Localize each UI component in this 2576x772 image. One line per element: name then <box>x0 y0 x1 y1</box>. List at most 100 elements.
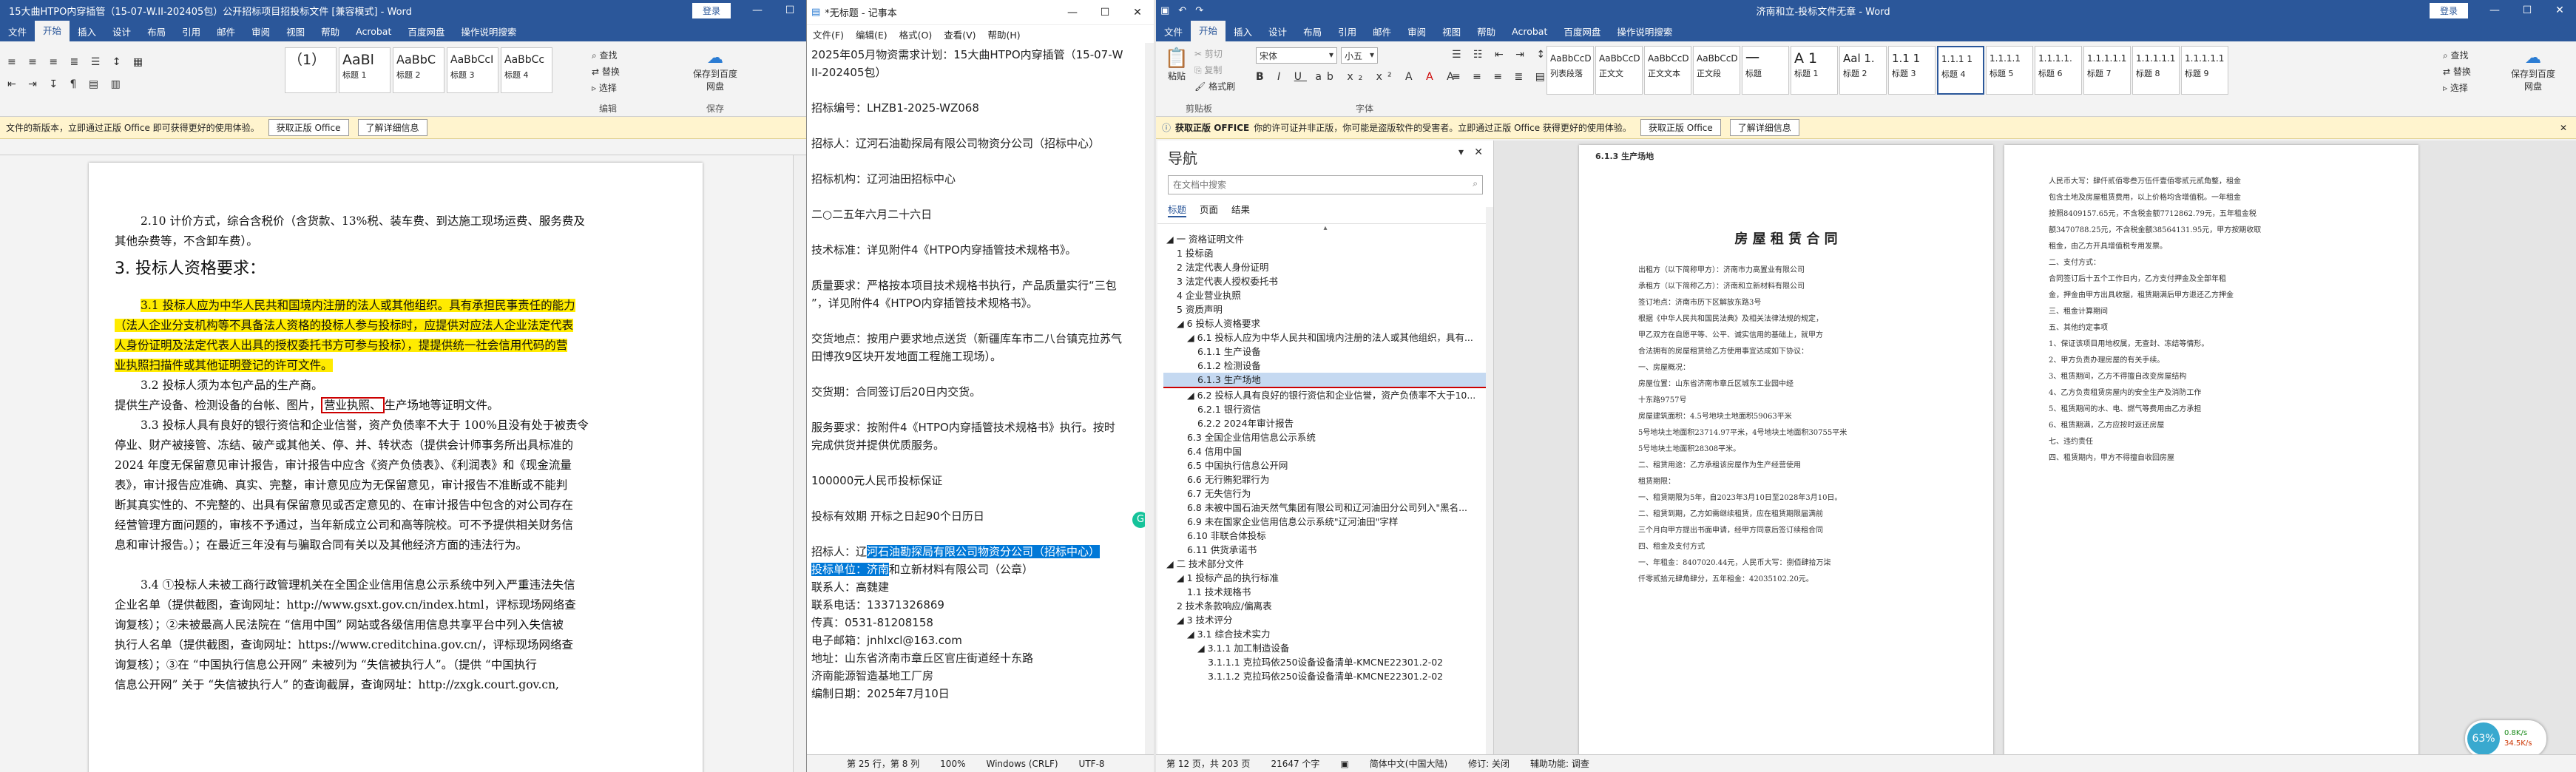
nav-heading-item[interactable]: ◢ 一 资格证明文件 <box>1163 232 1493 246</box>
nav-tab-headings[interactable]: 标题 <box>1168 202 1187 217</box>
nav-heading-item[interactable]: 6.10 非联合体投标 <box>1163 529 1493 543</box>
select-button[interactable]: ▹ 选择 <box>592 81 617 94</box>
nav-heading-item[interactable]: 4 企业营业执照 <box>1163 288 1493 302</box>
style-item[interactable]: AaBbCcD 正文文本 <box>1644 46 1691 95</box>
nav-heading-item[interactable]: 6.1.2 检测设备 <box>1163 359 1493 373</box>
nav-heading-item[interactable]: 2 技术条款响应/偏离表 <box>1163 599 1493 613</box>
nav-heading-item[interactable]: 6.2.1 银行资信 <box>1163 402 1493 416</box>
maximize-icon[interactable]: ☐ <box>2511 4 2543 16</box>
paragraph-tools[interactable]: ☰ ☷ ⇤ ⇥ ↕ <box>1452 49 1549 61</box>
nav-heading-item[interactable]: 1.1 技术规格书 <box>1163 585 1493 599</box>
style-item[interactable]: AaBbCcD 正文段 <box>1693 46 1740 95</box>
nav-scroll-arrow[interactable]: ▴ <box>1157 224 1493 232</box>
style-item[interactable]: AaBbC 标题 2 <box>393 47 444 93</box>
tab-baidu[interactable]: 百度网盘 <box>399 24 453 38</box>
style-item[interactable]: 1.1 1 标题 3 <box>1888 46 1936 95</box>
style-item[interactable]: 一标题 <box>1742 46 1789 95</box>
nav-heading-item[interactable]: 2 法定代表人身份证明 <box>1163 260 1493 274</box>
style-item[interactable]: A 1 标题 1 <box>1791 46 1838 95</box>
nav-heading-item[interactable]: 6.9 未在国家企业信用信息公示系统"辽河油田"字样 <box>1163 515 1493 529</box>
nav-heading-item[interactable]: 5 资质声明 <box>1163 302 1493 316</box>
paragraph-tools-2[interactable]: ⇤ ⇥ ↧ ¶ ▤ ▥ <box>7 78 125 90</box>
nav-heading-item[interactable]: 6.1.1 生产设备 <box>1163 345 1493 359</box>
nav-heading-item[interactable]: 6.8 未被中国石油天然气集团有限公司和辽河油田分公司列入"黑名... <box>1163 501 1493 515</box>
tab-references[interactable]: 引用 <box>1330 24 1365 38</box>
tab-mailings[interactable]: 邮件 <box>1365 24 1399 38</box>
get-office-button[interactable]: 获取正版 Office <box>1640 119 1721 136</box>
nav-heading-item[interactable]: ◢ 3 技术评分 <box>1163 613 1493 627</box>
tab-file[interactable]: 文件 <box>0 24 35 38</box>
tab-design[interactable]: 设计 <box>1260 24 1295 38</box>
style-item[interactable]: 1.1.1.1.1 标题 8 <box>2132 46 2180 95</box>
style-item[interactable]: 1.1.1.1 标题 5 <box>1986 46 2033 95</box>
tab-design[interactable]: 设计 <box>104 24 139 38</box>
maximize-icon[interactable]: ☐ <box>774 4 806 16</box>
nav-scrollbar[interactable] <box>1486 207 1493 754</box>
tab-review[interactable]: 审阅 <box>243 24 278 38</box>
nav-heading-item[interactable]: 6.4 信用中国 <box>1163 444 1493 458</box>
nav-heading-item[interactable]: ◢ 6 投标人资格要求 <box>1163 316 1493 331</box>
nav-heading-item[interactable]: 3 法定代表人授权委托书 <box>1163 274 1493 288</box>
close-icon[interactable]: ✕ <box>2543 4 2576 16</box>
save-icon[interactable]: ▣ <box>1156 5 1174 16</box>
tell-me-search[interactable]: 操作说明搜索 <box>453 24 524 38</box>
tab-mailings[interactable]: 邮件 <box>209 24 243 38</box>
nav-heading-item[interactable]: 6.7 无失信行为 <box>1163 487 1493 501</box>
nav-heading-item[interactable]: 6.1.3 生产场地 <box>1163 373 1493 388</box>
tab-view[interactable]: 视图 <box>1434 24 1469 38</box>
nav-heading-item[interactable]: 1 投标函 <box>1163 246 1493 260</box>
tab-view[interactable]: 视图 <box>278 24 313 38</box>
style-item[interactable]: AaBbCc 标题 4 <box>501 47 552 93</box>
tab-insert[interactable]: 插入 <box>70 24 104 38</box>
nav-heading-item[interactable]: 3.1.1.2 克拉玛依250设备设备清单-KMCNE22301.2-02 <box>1163 669 1493 683</box>
get-office-button[interactable]: 获取正版 Office <box>268 119 349 136</box>
style-item[interactable]: 1.1.1.1. 标题 6 <box>2035 46 2082 95</box>
menu-view[interactable]: 查看(V) <box>938 27 981 41</box>
style-item[interactable]: AaBbCcD 正文文 <box>1595 46 1643 95</box>
menu-format[interactable]: 格式(O) <box>893 27 939 41</box>
cut-button[interactable]: ✂ 剪切 <box>1194 47 1223 60</box>
nav-heading-item[interactable]: 6.11 供货承诺书 <box>1163 543 1493 557</box>
nav-heading-item[interactable]: 6.5 中国执行信息公开网 <box>1163 458 1493 473</box>
menu-edit[interactable]: 编辑(E) <box>850 27 893 41</box>
maximize-icon[interactable]: ☐ <box>1089 7 1121 18</box>
menu-help[interactable]: 帮助(H) <box>982 27 1027 41</box>
font-format-tools[interactable]: B I U ab x₂ x² A A A <box>1256 71 1459 83</box>
nav-heading-item[interactable]: ◢ 1 投标产品的执行标准 <box>1163 571 1493 585</box>
replace-button[interactable]: ⇄ 替换 <box>2443 65 2471 78</box>
nav-heading-item[interactable]: 6.2.2 2024年审计报告 <box>1163 416 1493 430</box>
undo-icon[interactable]: ↶ <box>1174 5 1191 16</box>
minimize-icon[interactable]: — <box>2478 4 2511 16</box>
nav-heading-item[interactable]: ◢ 6.1 投标人应为中华人民共和国境内注册的法人或其他组织，具有... <box>1163 331 1493 345</box>
paragraph-tools[interactable]: ≡ ≡ ≡ ≣ ☰ ↕ ▦ <box>7 56 147 68</box>
tab-help[interactable]: 帮助 <box>1469 24 1504 38</box>
paste-button[interactable]: 📋 粘贴 <box>1162 47 1191 82</box>
minimize-icon[interactable]: — <box>741 4 774 16</box>
learn-more-button[interactable]: 了解详细信息 <box>357 119 427 136</box>
replace-button[interactable]: ⇄ 替换 <box>592 65 620 78</box>
notepad-scrollbar[interactable] <box>1145 43 1154 754</box>
find-button[interactable]: ⌕ 查找 <box>2443 49 2469 61</box>
tell-me-search[interactable]: 操作说明搜索 <box>1609 24 1680 38</box>
tab-baidu[interactable]: 百度网盘 <box>1555 24 1609 38</box>
font-name-select[interactable]: 宋体 ▾ <box>1256 47 1337 64</box>
nav-heading-item[interactable]: ◢ 二 技术部分文件 <box>1163 557 1493 571</box>
tab-home[interactable]: 开始 <box>35 21 70 41</box>
nav-search-input[interactable]: 在文档中搜索 ⌕ <box>1168 175 1483 194</box>
nav-tab-results[interactable]: 结果 <box>1231 202 1250 217</box>
style-item[interactable]: AaBl 标题 1 <box>339 47 391 93</box>
learn-more-button[interactable]: 了解详细信息 <box>1729 119 1799 136</box>
tab-review[interactable]: 审阅 <box>1399 24 1434 38</box>
nav-heading-item[interactable]: ◢ 3.1.1 加工制造设备 <box>1163 641 1493 655</box>
tab-layout[interactable]: 布局 <box>139 24 174 38</box>
nav-heading-item[interactable]: 6.6 无行贿犯罪行为 <box>1163 473 1493 487</box>
notepad-text-area[interactable]: 2025年05月物资需求计划：15大曲HTPO内穿插管（15-07-W II-2… <box>807 43 1146 754</box>
style-item[interactable]: 1.1.1 1 标题 4 <box>1937 46 1984 95</box>
style-item[interactable]: AaBbCcI 标题 3 <box>447 47 498 93</box>
tab-acrobat[interactable]: Acrobat <box>348 26 399 37</box>
nav-heading-item[interactable]: 6.3 全国企业信用信息公示系统 <box>1163 430 1493 444</box>
tab-help[interactable]: 帮助 <box>313 24 348 38</box>
find-button[interactable]: ⌕ 查找 <box>592 49 618 61</box>
style-item[interactable]: （1） <box>285 47 337 93</box>
close-icon[interactable]: ✕ <box>1121 7 1154 18</box>
